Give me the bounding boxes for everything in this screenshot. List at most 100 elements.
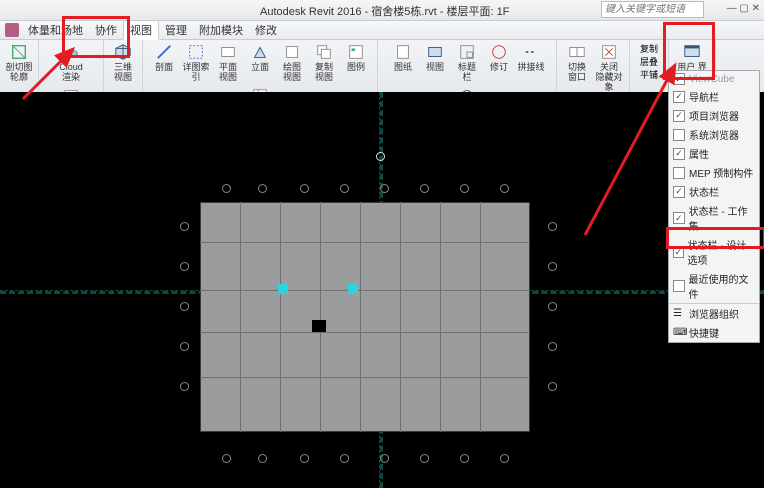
ui-icon bbox=[682, 42, 702, 62]
cut-icon bbox=[9, 42, 29, 62]
grid-bubble bbox=[548, 262, 557, 271]
grid-bubble bbox=[180, 342, 189, 351]
status-corner: ↻ bbox=[752, 487, 760, 498]
panel-cut: 剖切图 轮廓 bbox=[0, 40, 39, 94]
panel-windows: 切换 窗口 关闭 隐藏对象 bbox=[557, 40, 630, 94]
app-title: Autodesk Revit 2016 - 宿舍楼5栋.rvt - 楼层平面: … bbox=[260, 3, 509, 19]
grid-bubble bbox=[180, 262, 189, 271]
tab-addins[interactable]: 附加模块 bbox=[193, 21, 249, 39]
titleblock-button[interactable]: 标题 栏 bbox=[453, 42, 481, 82]
menu-item-recent-files[interactable]: 最近使用的文件 bbox=[669, 269, 759, 303]
elevation-icon bbox=[250, 42, 270, 62]
cloud-render-button[interactable]: Cloud 渲染 bbox=[57, 42, 85, 82]
plan-view-button[interactable]: 平面 视图 bbox=[214, 42, 242, 82]
grid-bubble bbox=[258, 184, 267, 193]
void-element bbox=[312, 320, 326, 332]
menu-item-viewcube[interactable]: ✓ViewCube bbox=[669, 71, 759, 87]
menu-item-project-browser[interactable]: ✓项目浏览器 bbox=[669, 106, 759, 125]
legend-button[interactable]: 图例 bbox=[342, 42, 370, 72]
matchline-icon bbox=[521, 42, 541, 62]
panel-tile: 复制 层叠 平铺 bbox=[630, 40, 669, 94]
window-controls[interactable]: — ▢ ✕ bbox=[727, 3, 760, 14]
callout-button[interactable]: 详图索引 bbox=[182, 42, 210, 82]
ribbon: 剖切图 轮廓 Cloud 渲染 渲染 库 三维 视图 剖 bbox=[0, 40, 764, 95]
grid-bubble bbox=[340, 454, 349, 463]
panel-create: 剖面 详图索引 平面 视图 立面 绘图 视图 复制 视图 图例 明细表 创建 bbox=[143, 40, 378, 94]
tab-manage[interactable]: 管理 bbox=[159, 21, 193, 39]
revision-icon bbox=[489, 42, 509, 62]
grid-bubble bbox=[548, 302, 557, 311]
revisions-button[interactable]: 修订 bbox=[485, 42, 513, 72]
grid-bubble bbox=[420, 184, 429, 193]
legend-icon bbox=[346, 42, 366, 62]
grid-bubble bbox=[548, 382, 557, 391]
ribbon-tabs: 体量和场地 协作 视图 管理 附加模块 修改 bbox=[0, 21, 764, 40]
switch-icon bbox=[567, 42, 587, 62]
keyboard-icon: ⌨ bbox=[673, 327, 685, 339]
search-input[interactable] bbox=[601, 1, 704, 18]
app-menu-icon[interactable] bbox=[5, 23, 19, 37]
3d-view-button[interactable]: 三维 视图 bbox=[109, 42, 137, 82]
user-interface-menu: ✓ViewCube ✓导航栏 ✓项目浏览器 系统浏览器 ✓属性 MEP 预制构件… bbox=[668, 70, 760, 343]
grid-bubble bbox=[222, 184, 231, 193]
section-icon bbox=[154, 42, 174, 62]
grid-bubble bbox=[500, 454, 509, 463]
grid-bubble bbox=[380, 184, 389, 193]
grid-bubble bbox=[500, 184, 509, 193]
plan-icon bbox=[218, 42, 238, 62]
section-button[interactable]: 剖面 bbox=[150, 42, 178, 72]
selected-element bbox=[278, 284, 288, 294]
duplicate-icon bbox=[314, 42, 334, 62]
grid-bubble bbox=[258, 454, 267, 463]
cube-icon bbox=[113, 42, 133, 62]
tab-view[interactable]: 视图 bbox=[123, 20, 159, 40]
elevation-marker bbox=[376, 152, 385, 161]
grid-bubble bbox=[180, 382, 189, 391]
menu-item-shortcuts[interactable]: ⌨快捷键 bbox=[669, 323, 759, 342]
menu-item-statusbar-worksets[interactable]: ✓状态栏 - 工作集 bbox=[669, 201, 759, 235]
grid-bubble bbox=[180, 222, 189, 231]
matchline-button[interactable]: 拼接线 bbox=[517, 42, 545, 72]
menu-item-system-browser[interactable]: 系统浏览器 bbox=[669, 125, 759, 144]
floor-plan bbox=[200, 202, 530, 432]
tile-button[interactable]: 平铺 bbox=[640, 68, 658, 81]
grid-bubble bbox=[420, 454, 429, 463]
duplicate-view-button[interactable]: 复制 视图 bbox=[310, 42, 338, 82]
tab-modify[interactable]: 修改 bbox=[249, 21, 283, 39]
menu-item-statusbar-design[interactable]: ✓状态栏 - 设计选项 bbox=[669, 235, 759, 269]
view-icon bbox=[425, 42, 445, 62]
grid-bubble bbox=[548, 222, 557, 231]
grid-bubble bbox=[180, 302, 189, 311]
cut-profile-button[interactable]: 剖切图 轮廓 bbox=[5, 42, 33, 82]
close-hidden-button[interactable]: 关闭 隐藏对象 bbox=[595, 42, 623, 92]
panel-render: Cloud 渲染 渲染 库 bbox=[39, 40, 104, 94]
close-hidden-icon bbox=[599, 42, 619, 62]
tab-collaborate[interactable]: 协作 bbox=[89, 21, 123, 39]
menu-item-statusbar[interactable]: ✓状态栏 bbox=[669, 182, 759, 201]
grid-bubble bbox=[340, 184, 349, 193]
tab-mass-site[interactable]: 体量和场地 bbox=[22, 21, 89, 39]
callout-icon bbox=[186, 42, 206, 62]
switch-windows-button[interactable]: 切换 窗口 bbox=[563, 42, 591, 82]
tree-icon: ☰ bbox=[673, 308, 685, 320]
view-canvas[interactable] bbox=[0, 92, 764, 488]
menu-item-navbar[interactable]: ✓导航栏 bbox=[669, 87, 759, 106]
view-button[interactable]: 视图 bbox=[421, 42, 449, 72]
grid-bubble bbox=[548, 342, 557, 351]
title-bar: Autodesk Revit 2016 - 宿舍楼5栋.rvt - 楼层平面: … bbox=[0, 0, 764, 21]
menu-item-properties[interactable]: ✓属性 bbox=[669, 144, 759, 163]
sheet-icon bbox=[393, 42, 413, 62]
elevation-button[interactable]: 立面 bbox=[246, 42, 274, 72]
cloud-icon bbox=[61, 42, 81, 62]
grid-bubble bbox=[460, 184, 469, 193]
replicate-button[interactable]: 复制 bbox=[640, 42, 658, 55]
drafting-view-button[interactable]: 绘图 视图 bbox=[278, 42, 306, 82]
sheet-button[interactable]: 图纸 bbox=[389, 42, 417, 72]
grid-bubble bbox=[300, 454, 309, 463]
panel-sheet-composition: 图纸 视图 标题 栏 修订 拼接线 视图 参照 图纸组合 bbox=[378, 40, 557, 94]
menu-item-mep-fab[interactable]: MEP 预制构件 bbox=[669, 163, 759, 182]
menu-item-browser-org[interactable]: ☰浏览器组织 bbox=[669, 304, 759, 323]
titleblock-icon bbox=[457, 42, 477, 62]
grid-bubble bbox=[300, 184, 309, 193]
cascade-button[interactable]: 层叠 bbox=[640, 55, 658, 68]
